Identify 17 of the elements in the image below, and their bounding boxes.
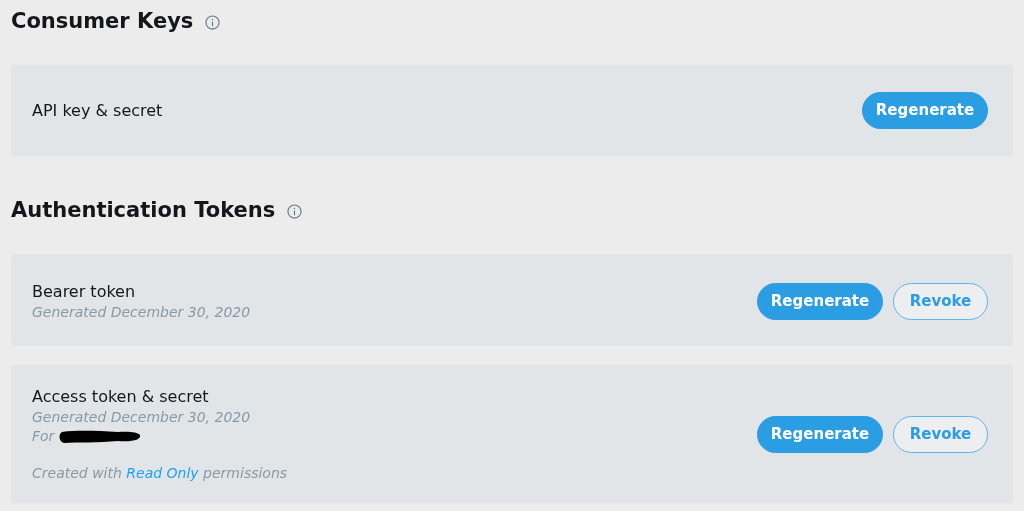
- permissions-note: Created with Read Only permissions: [32, 463, 288, 483]
- permission-link[interactable]: Read Only: [126, 464, 199, 481]
- owner-label: For: [32, 427, 55, 446]
- info-icon[interactable]: [205, 14, 221, 30]
- generated-date: Generated December 30, 2020: [32, 302, 251, 322]
- info-icon[interactable]: [287, 203, 303, 219]
- section-heading: Authentication Tokens: [11, 197, 276, 225]
- section-heading: Consumer Keys: [11, 8, 194, 36]
- regenerate-button[interactable]: Regenerate: [757, 282, 883, 320]
- revoke-button[interactable]: Revoke: [893, 282, 988, 320]
- regenerate-button[interactable]: Regenerate: [862, 92, 988, 129]
- regenerate-button[interactable]: Regenerate: [757, 415, 883, 453]
- token-name: API key & secret: [32, 100, 163, 121]
- revoke-button[interactable]: Revoke: [893, 415, 988, 453]
- generated-date: Generated December 30, 2020: [32, 407, 252, 427]
- token-name: Access token & secret: [32, 385, 210, 407]
- token-name: Bearer token: [32, 280, 137, 302]
